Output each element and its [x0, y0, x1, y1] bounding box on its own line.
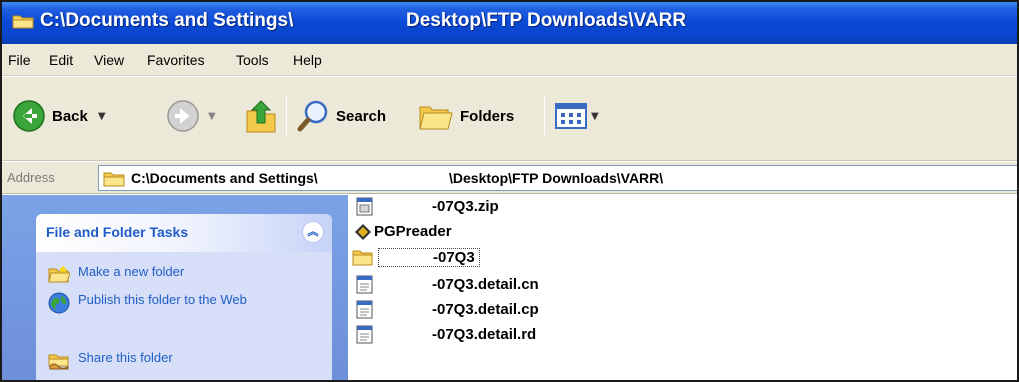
file-folder-tasks-panel: File and Folder Tasks ︽ Make a new folde… — [36, 214, 332, 380]
forward-button[interactable]: ▼ — [166, 99, 216, 133]
file-item-selected[interactable]: -07Q3 — [378, 248, 480, 267]
address-bar: Address C:\Documents and Settings\ \Desk… — [2, 162, 1017, 194]
file-list: -07Q3.zip PGPreader -07Q3 -07Q3.detail.c… — [348, 195, 1017, 380]
file-item[interactable]: -07Q3.zip — [432, 198, 499, 215]
task-label: Share this folder — [78, 350, 173, 365]
menu-help[interactable]: Help — [293, 52, 322, 68]
explorer-window: C:\Documents and Settings\ Desktop\FTP D… — [0, 0, 1019, 382]
task-pane: File and Folder Tasks ︽ Make a new folde… — [2, 195, 348, 380]
folders-icon — [419, 106, 453, 130]
views-icon — [555, 103, 587, 129]
globe-icon — [48, 292, 70, 314]
folders-label: Folders — [460, 107, 515, 125]
up-folder-button[interactable] — [244, 97, 278, 135]
file-item[interactable]: -07Q3.detail.cn — [432, 276, 539, 293]
share-folder-icon — [48, 354, 69, 370]
task-panel-body: Make a new folder Publish this folder to… — [36, 252, 332, 380]
search-icon — [297, 100, 328, 132]
search-button[interactable]: Search — [296, 99, 386, 133]
zip-file-icon — [356, 197, 373, 216]
collapse-icon[interactable]: ︽ — [302, 221, 324, 243]
file-item[interactable]: PGPreader — [374, 223, 452, 240]
task-label: Publish this folder to the Web — [78, 292, 247, 307]
address-path: C:\Documents and Settings\ — [131, 170, 318, 186]
views-button[interactable]: ▼ — [554, 101, 599, 131]
menu-view[interactable]: View — [94, 52, 124, 68]
menu-bar: File Edit View Favorites Tools Help — [2, 44, 1017, 76]
document-icon — [356, 325, 373, 344]
window-title-path: C:\Documents and Settings\ — [40, 10, 294, 31]
chevron-down-icon[interactable]: ▼ — [591, 111, 599, 122]
toolbar: Back ▼ ▼ Search Folders ▼ — [2, 77, 1017, 161]
window-title-path-end: Desktop\FTP Downloads\VARR — [406, 10, 687, 31]
task-panel-title: File and Folder Tasks — [46, 224, 189, 240]
file-item[interactable]: -07Q3.detail.rd — [432, 326, 536, 343]
up-folder-icon — [246, 100, 276, 133]
chevron-down-icon[interactable]: ▼ — [98, 111, 106, 122]
task-make-new-folder[interactable]: Make a new folder — [48, 264, 184, 284]
title-bar[interactable]: C:\Documents and Settings\ Desktop\FTP D… — [2, 2, 1017, 44]
address-path-end: \Desktop\FTP Downloads\VARR\ — [449, 170, 664, 186]
folder-icon — [103, 172, 125, 187]
back-button[interactable]: Back ▼ — [12, 99, 106, 133]
file-item[interactable]: -07Q3.detail.cp — [432, 301, 539, 318]
back-label: Back — [52, 107, 88, 125]
menu-tools[interactable]: Tools — [236, 52, 269, 68]
chevron-down-icon[interactable]: ▼ — [208, 111, 216, 122]
executable-icon — [355, 224, 371, 240]
search-label: Search — [336, 107, 387, 125]
folders-button[interactable]: Folders — [418, 99, 514, 133]
task-panel-header[interactable]: File and Folder Tasks ︽ — [36, 214, 332, 252]
document-icon — [356, 275, 373, 294]
menu-favorites[interactable]: Favorites — [147, 52, 205, 68]
task-share-folder[interactable]: Share this folder — [48, 350, 173, 370]
address-label: Address — [7, 170, 55, 185]
forward-arrow-icon — [167, 100, 199, 132]
document-icon — [356, 300, 373, 319]
toolbar-separator — [286, 95, 287, 135]
back-arrow-icon — [13, 100, 45, 132]
folder-icon — [12, 15, 34, 29]
menu-file[interactable]: File — [8, 52, 31, 68]
toolbar-separator — [544, 95, 545, 135]
new-folder-icon — [48, 265, 70, 283]
menu-edit[interactable]: Edit — [49, 52, 73, 68]
folder-icon — [352, 250, 373, 266]
task-label: Make a new folder — [78, 264, 185, 279]
task-publish-to-web[interactable]: Publish this folder to the Web — [48, 292, 258, 314]
address-input[interactable]: C:\Documents and Settings\ \Desktop\FTP … — [98, 165, 1017, 191]
